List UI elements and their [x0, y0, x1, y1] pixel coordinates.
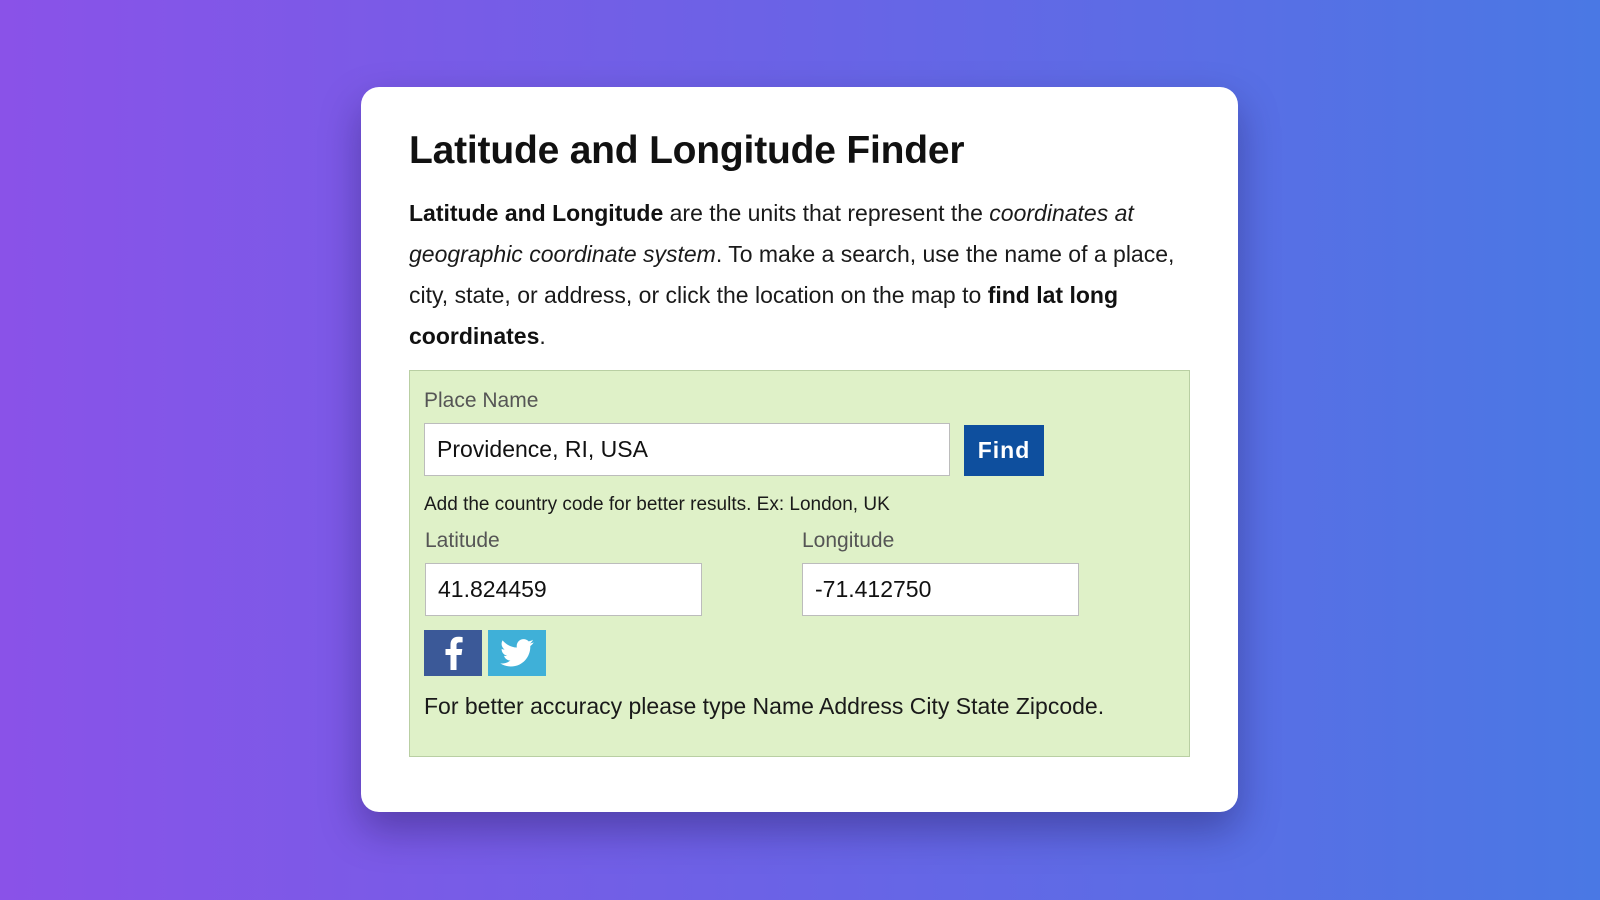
search-panel: Place Name Find Add the country code for… [409, 370, 1190, 757]
intro-bold-term: Latitude and Longitude [409, 200, 664, 226]
facebook-icon [445, 636, 463, 670]
latitude-label: Latitude [425, 529, 500, 552]
page-title: Latitude and Longitude Finder [409, 129, 965, 172]
twitter-icon [500, 639, 534, 667]
longitude-label: Longitude [802, 529, 895, 552]
facebook-share-button[interactable] [424, 630, 482, 676]
accuracy-note: For better accuracy please type Name Add… [424, 693, 1105, 719]
find-button[interactable]: Find [964, 425, 1044, 476]
latitude-field[interactable] [425, 563, 702, 616]
finder-card: Latitude and Longitude Finder Latitude a… [361, 87, 1238, 812]
longitude-field[interactable] [802, 563, 1079, 616]
place-name-label: Place Name [424, 389, 539, 412]
intro-text-3: . [539, 323, 546, 349]
country-code-hint: Add the country code for better results.… [424, 494, 890, 515]
place-name-input[interactable] [424, 423, 950, 476]
twitter-share-button[interactable] [488, 630, 546, 676]
intro-paragraph: Latitude and Longitude are the units tha… [409, 193, 1179, 357]
intro-text-1: are the units that represent the [663, 200, 990, 226]
